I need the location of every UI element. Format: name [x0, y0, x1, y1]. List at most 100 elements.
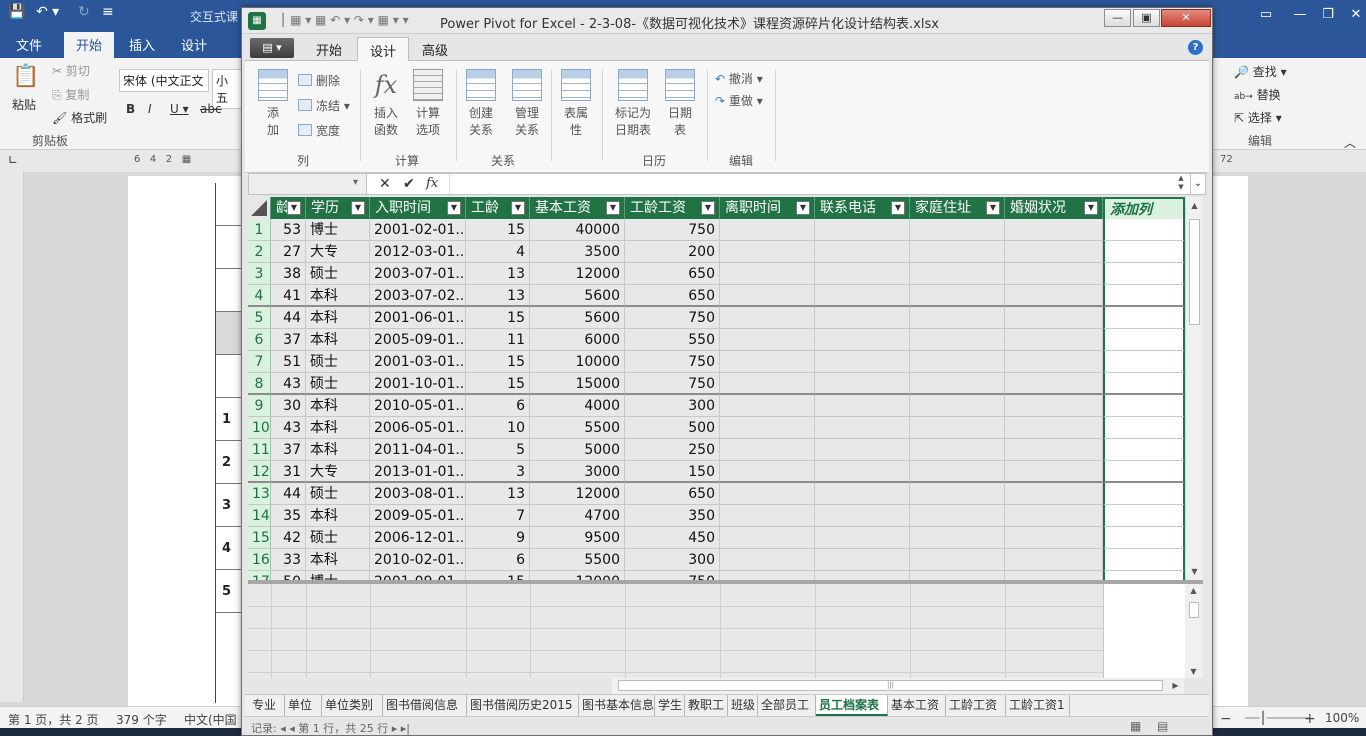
table-cell[interactable] — [1005, 395, 1103, 417]
table-cell[interactable] — [720, 461, 815, 483]
table-cell[interactable]: 38 — [271, 263, 306, 285]
pp-tab-design[interactable]: 设计 — [357, 37, 410, 62]
table-cell[interactable] — [910, 329, 1005, 351]
table-cell[interactable] — [910, 263, 1005, 285]
filter-dropdown-icon[interactable]: ▼ — [891, 201, 905, 215]
sheet-tab[interactable]: 员工档案表 — [816, 695, 888, 716]
create-relationship-button[interactable]: 创建 关系 — [461, 69, 501, 139]
table-cell[interactable] — [1103, 439, 1185, 461]
table-cell[interactable] — [910, 505, 1005, 527]
scroll-up-icon[interactable]: ▲ — [1186, 201, 1203, 210]
table-cell[interactable]: 硕士 — [306, 527, 370, 549]
table-cell[interactable] — [720, 527, 815, 549]
table-cell[interactable] — [720, 417, 815, 439]
table-row[interactable]: 13 44 硕士 2003-08-01... 13 12000 650 — [248, 483, 1185, 505]
add-column-button[interactable]: 添 加 — [253, 69, 293, 139]
table-cell[interactable]: 27 — [271, 241, 306, 263]
calc-add-column-area[interactable] — [1103, 584, 1185, 678]
table-cell[interactable]: 硕士 — [306, 263, 370, 285]
table-cell[interactable] — [1103, 461, 1185, 483]
row-number[interactable]: 14 — [248, 505, 271, 527]
table-cell[interactable] — [815, 571, 910, 580]
table-cell[interactable]: 3000 — [530, 461, 625, 483]
row-number[interactable]: 4 — [248, 285, 271, 307]
table-cell[interactable]: 41 — [271, 285, 306, 307]
table-cell[interactable]: 2003-07-01... — [370, 263, 466, 285]
row-number[interactable]: 5 — [248, 307, 271, 329]
table-cell[interactable]: 37 — [271, 329, 306, 351]
word-find-button[interactable]: 🔎 查找 ▾ — [1234, 63, 1287, 80]
table-cell[interactable] — [815, 483, 910, 505]
table-cell[interactable]: 本科 — [306, 307, 370, 329]
table-cell[interactable]: 2009-05-01... — [370, 505, 466, 527]
table-row[interactable]: 1750博士2001-09-01...1512000750 — [248, 571, 1185, 580]
save-icon[interactable]: 💾 — [8, 4, 25, 20]
table-cell[interactable]: 4 — [466, 241, 530, 263]
table-cell[interactable] — [1103, 571, 1185, 580]
table-cell[interactable] — [1103, 483, 1185, 505]
date-table-button[interactable]: 日期 表 — [660, 69, 700, 139]
table-properties-button[interactable]: 表属 性 — [556, 69, 596, 139]
table-cell[interactable] — [815, 417, 910, 439]
table-cell[interactable] — [910, 571, 1005, 580]
table-cell[interactable] — [815, 263, 910, 285]
table-cell[interactable]: 35 — [271, 505, 306, 527]
table-cell[interactable] — [815, 219, 910, 241]
table-cell[interactable] — [1005, 505, 1103, 527]
calc-vertical-scrollbar[interactable]: ▲ ▼ — [1185, 584, 1203, 678]
pp-tab-advanced[interactable]: 高级 — [422, 40, 448, 59]
table-cell[interactable] — [815, 505, 910, 527]
table-cell[interactable]: 2001-06-01... — [370, 307, 466, 329]
table-cell[interactable]: 硕士 — [306, 373, 370, 395]
select-all-corner[interactable] — [248, 197, 271, 219]
table-row[interactable]: 5 44 本科 2001-06-01... 15 5600 750 — [248, 307, 1185, 329]
table-cell[interactable]: 13 — [466, 263, 530, 285]
sheet-tab[interactable]: 学生 — [655, 695, 685, 716]
table-cell[interactable] — [1103, 263, 1185, 285]
table-cell[interactable]: 13 — [466, 483, 530, 505]
table-cell[interactable]: 博士 — [306, 219, 370, 241]
table-cell[interactable]: 44 — [271, 307, 306, 329]
table-cell[interactable] — [910, 527, 1005, 549]
sheet-tab[interactable]: 图书借阅历史2015 — [467, 695, 579, 716]
filter-dropdown-icon[interactable]: ▼ — [287, 201, 301, 215]
table-cell[interactable] — [1005, 351, 1103, 373]
pp-tab-home[interactable]: 开始 — [316, 40, 342, 59]
table-cell[interactable] — [720, 329, 815, 351]
sheet-tab[interactable]: 专业 — [249, 695, 285, 716]
table-row[interactable]: 10 43 本科 2006-05-01... 10 5500 500 — [248, 417, 1185, 439]
customize-qat-icon[interactable]: ≡ — [102, 4, 114, 20]
table-cell[interactable]: 15000 — [530, 373, 625, 395]
table-cell[interactable]: 15 — [466, 373, 530, 395]
word-tab-insert[interactable]: 插入 — [129, 35, 155, 54]
filter-dropdown-icon[interactable]: ▼ — [1084, 201, 1098, 215]
chevron-down-icon[interactable]: ▾ — [353, 177, 358, 188]
table-cell[interactable] — [1005, 483, 1103, 505]
pp-qa-icons[interactable]: ⎮ ▦ ▾ ▦ ↶ ▾ ↷ ▾ ▦ ▾ ▾ — [280, 13, 409, 27]
row-number[interactable]: 8 — [248, 373, 271, 395]
table-cell[interactable]: 10000 — [530, 351, 625, 373]
table-cell[interactable]: 15 — [466, 351, 530, 373]
pp-minimize-button[interactable]: — — [1104, 9, 1131, 27]
collapse-ribbon-icon[interactable]: ︿ — [1344, 134, 1356, 151]
table-cell[interactable]: 30 — [271, 395, 306, 417]
table-cell[interactable]: 2006-12-01... — [370, 527, 466, 549]
table-cell[interactable]: 7 — [466, 505, 530, 527]
table-cell[interactable] — [1005, 263, 1103, 285]
table-cell[interactable]: 650 — [625, 483, 720, 505]
sheet-tab[interactable]: 教职工 — [685, 695, 728, 716]
table-cell[interactable] — [1103, 549, 1185, 571]
row-number[interactable]: 2 — [248, 241, 271, 263]
table-cell[interactable]: 本科 — [306, 549, 370, 571]
table-cell[interactable] — [910, 351, 1005, 373]
table-cell[interactable] — [910, 483, 1005, 505]
insert-function-icon[interactable]: fx — [426, 176, 438, 191]
table-cell[interactable] — [910, 285, 1005, 307]
table-cell[interactable] — [720, 571, 815, 580]
table-cell[interactable]: 10 — [466, 417, 530, 439]
table-cell[interactable]: 750 — [625, 373, 720, 395]
table-cell[interactable] — [815, 549, 910, 571]
record-navigator[interactable]: 记录: ◂ ◂ 第 1 行，共 25 行 ▸ ▸| — [251, 720, 410, 736]
sheet-tab[interactable]: 班级 — [728, 695, 758, 716]
pp-close-button[interactable]: ✕ — [1161, 9, 1211, 27]
